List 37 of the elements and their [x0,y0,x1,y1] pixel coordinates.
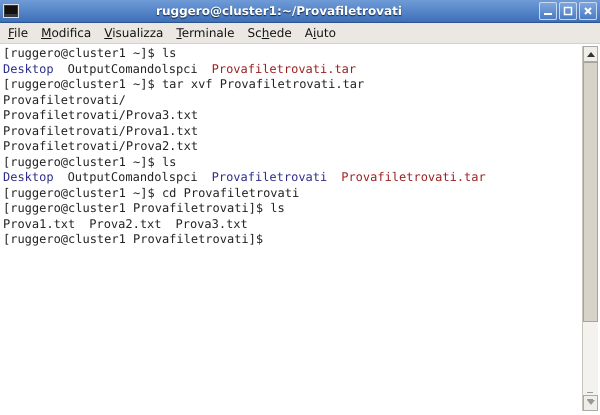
terminal-text: Prova2.txt [89,216,162,232]
terminal-text: [ruggero@cluster1 Provafiletrovati]$ ls [3,201,285,216]
scroll-down-icon[interactable] [586,400,594,406]
scroll-up-icon[interactable] [586,51,594,57]
close-button[interactable] [579,2,597,20]
menu-item[interactable]: Schede [248,26,292,40]
terminal-text: Provafiletrovati/ [3,92,126,108]
menu-item[interactable]: Visualizza [104,26,164,40]
menu-item[interactable]: Terminale [176,26,234,40]
terminal-text: [ruggero@cluster1 ~]$ ls [3,46,176,62]
terminal-text: Provafiletrovati/Prova3.txt [3,108,198,124]
archive-name: Provafiletrovati.tar [212,62,356,77]
window-title: ruggero@cluster1:~/Provafiletrovati [155,4,403,18]
menu-item[interactable]: File [8,26,28,40]
directory-name: Provafiletrovati [212,170,328,186]
terminal-text: [ruggero@cluster1 ~]$ cd Provafiletrovati [3,186,300,201]
directory-name: Desktop [3,170,54,186]
terminal-text: [ruggero@cluster1 ~]$ tar xvf Provafiletrovati.tar [3,77,364,92]
maximize-button[interactable] [559,2,577,20]
terminal-text: [ruggero@cluster1 ~]$ ls [3,154,176,170]
terminal-text: Prova3.txt [176,216,248,232]
menu-item[interactable]: Modifica [41,26,92,40]
minimize-icon [544,13,552,15]
terminal-text: Provafiletrovati/Prova2.txt [3,139,198,154]
minimize-button[interactable] [539,2,557,20]
scrollbar[interactable] [582,46,598,411]
close-icon [582,5,594,17]
terminal-text: Provafiletrovati/Prova1.txt [3,124,198,139]
terminal-text: OutputComandolspci [68,170,198,186]
terminal-text: Prova1.txt [3,216,76,232]
terminal-text: OutputComandolspci [68,62,198,77]
maximize-icon [562,5,574,17]
archive-name: Provafiletrovati.tar [341,170,486,186]
terminal-text: [ruggero@cluster1 Provafiletrovati]$ [3,232,264,248]
menu-item[interactable]: Aiuto [304,26,336,40]
directory-name: Desktop [3,62,54,77]
terminal-icon [3,4,19,18]
